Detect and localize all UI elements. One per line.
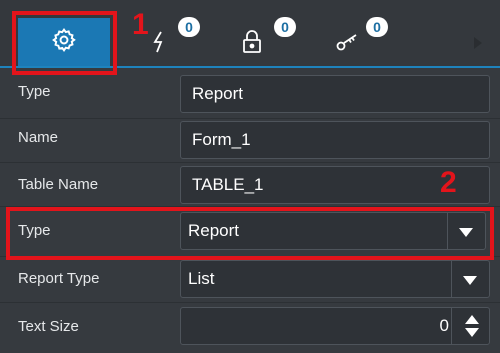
chevron-down-icon[interactable] (463, 276, 477, 285)
keys-count-badge: 0 (366, 17, 388, 37)
row-divider (0, 118, 500, 119)
type-field[interactable]: Report (180, 75, 490, 113)
stepper-arrows-icon[interactable] (465, 315, 479, 339)
property-label: Table Name (18, 176, 99, 193)
property-label: Text Size (18, 318, 79, 335)
row-divider (0, 162, 500, 163)
step-number-1: 1 (132, 8, 149, 41)
select-separator (451, 261, 452, 297)
property-label: Report Type (18, 270, 100, 287)
permissions-count-badge: 0 (274, 17, 296, 37)
highlight-box-step1 (12, 11, 117, 75)
row-divider (0, 302, 500, 303)
key-icon (336, 32, 360, 52)
property-label: Name (18, 129, 59, 146)
report-type-select-value: List (188, 269, 215, 288)
tab-keys[interactable]: 0 (336, 17, 388, 62)
lock-icon (242, 30, 262, 54)
stepper-down-icon[interactable] (465, 328, 479, 337)
text-size-stepper[interactable]: 0 (180, 307, 490, 345)
text-size-value: 0 (439, 316, 449, 335)
property-label: Type (18, 83, 51, 100)
events-count-badge: 0 (178, 17, 200, 37)
step-number-2: 2 (440, 166, 457, 199)
report-type-select[interactable]: List (180, 260, 490, 298)
stepper-separator (451, 308, 452, 344)
tab-permissions[interactable]: 0 (242, 17, 296, 62)
highlight-box-step2 (6, 207, 494, 260)
lightning-icon (152, 31, 166, 53)
tab-events[interactable]: 0 (152, 17, 200, 62)
tab-scroll-right-icon[interactable] (474, 37, 482, 49)
name-field[interactable]: Form_1 (180, 121, 490, 159)
stepper-up-icon[interactable] (465, 315, 479, 324)
